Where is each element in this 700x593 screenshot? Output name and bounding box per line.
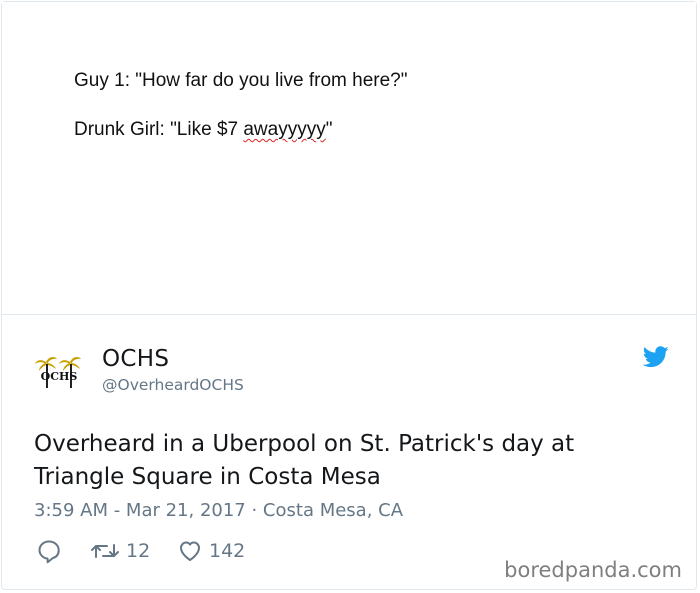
tweet-actions: 12 142 <box>34 538 434 566</box>
tweet-text: Overheard in a Uberpool on St. Patrick's… <box>34 431 575 490</box>
heart-icon <box>180 541 200 561</box>
twitter-bird-icon[interactable] <box>643 346 669 368</box>
display-name[interactable]: OCHS <box>102 346 169 372</box>
avatar-text: OCHS <box>41 370 78 383</box>
avatar[interactable]: OCHS <box>35 352 83 392</box>
note-line-1: Guy 1: "How far do you live from here?" <box>74 70 408 91</box>
retweet-count: 12 <box>126 540 151 562</box>
handle[interactable]: @OverheardOCHS <box>102 376 244 394</box>
reply-button[interactable] <box>36 538 62 564</box>
tweet-card: Guy 1: "How far do you live from here?" … <box>1 1 697 590</box>
retweet-button[interactable]: 12 <box>90 538 150 564</box>
note-line-2: Drunk Girl: "Like $7 awayyyyy" <box>74 119 332 141</box>
retweet-icon <box>91 544 119 558</box>
note-line-2-prefix: Drunk Girl: "Like $7 <box>74 119 244 140</box>
watermark: boredpanda.com <box>504 558 682 582</box>
author-row: OCHS OCHS @OverheardOCHS <box>2 342 696 402</box>
note-line-2-suffix: " <box>325 119 333 140</box>
like-button[interactable]: 142 <box>177 538 245 564</box>
reply-icon <box>38 540 60 564</box>
palm-tree-logo-icon: OCHS <box>35 357 81 388</box>
tweet-image[interactable]: Guy 1: "How far do you live from here?" … <box>2 2 696 315</box>
like-count: 142 <box>209 540 246 562</box>
misspelled-word: awayyyyy <box>243 119 326 140</box>
tweet-timestamp[interactable]: 3:59 AM - Mar 21, 2017 · Costa Mesa, CA <box>34 500 403 521</box>
